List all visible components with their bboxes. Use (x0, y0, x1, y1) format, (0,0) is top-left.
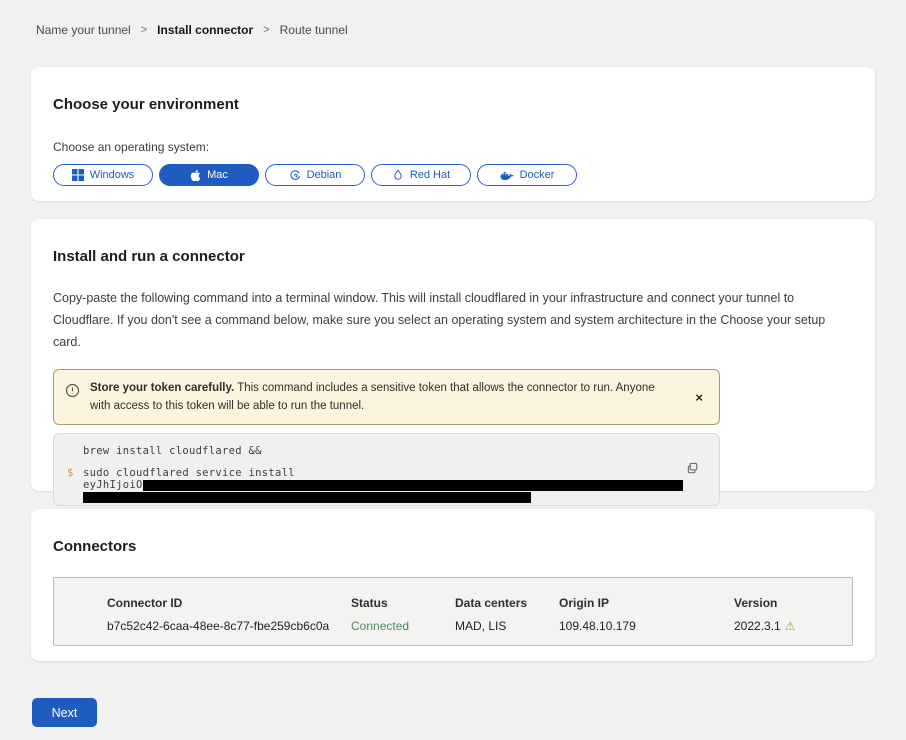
redhat-icon (392, 169, 404, 181)
redacted-token-bar (83, 492, 531, 503)
install-command-code-block: brew install cloudflared && $ sudo cloud… (53, 433, 720, 506)
code-command: sudo cloudflared service install (83, 467, 295, 479)
token-prefix: eyJhIjoiO (83, 479, 143, 491)
install-card-title: Install and run a connector (53, 248, 853, 265)
os-button-redhat[interactable]: Red Hat (371, 164, 471, 186)
windows-icon (72, 169, 84, 181)
connectors-table: Connector ID Status Data centers Origin … (53, 577, 853, 646)
shell-prompt: $ (54, 467, 83, 479)
install-description: Copy-paste the following command into a … (53, 288, 853, 354)
breadcrumb-separator: > (263, 24, 269, 36)
copy-icon[interactable] (684, 460, 701, 480)
cell-version: 2022.3.1 ⚠ (734, 619, 852, 633)
os-button-windows[interactable]: Windows (53, 164, 153, 186)
os-select-label: Choose an operating system: (53, 140, 853, 154)
code-line-brew: brew install cloudflared && (54, 445, 719, 457)
os-button-label: Mac (207, 169, 228, 181)
environment-card-title: Choose your environment (53, 96, 853, 113)
redacted-token-bar (143, 480, 683, 491)
col-header-origin-ip: Origin IP (559, 596, 734, 610)
token-warning-banner: Store your token carefully. This command… (53, 369, 720, 426)
status-badge: Connected (351, 619, 455, 633)
os-button-debian[interactable]: Debian (265, 164, 365, 186)
warning-message-bold: Store your token carefully. (90, 382, 234, 394)
os-button-label: Windows (90, 169, 135, 181)
breadcrumb: Name your tunnel > Install connector > R… (0, 0, 906, 37)
col-header-version: Version (734, 596, 852, 610)
debian-icon (289, 169, 301, 181)
table-row: b7c52c42-6caa-48ee-8c77-fbe259cb6c0a Con… (107, 619, 852, 633)
warning-message: Store your token carefully. This command… (90, 379, 665, 416)
next-button[interactable]: Next (32, 698, 97, 727)
col-header-status: Status (351, 596, 455, 610)
os-button-label: Debian (307, 169, 342, 181)
breadcrumb-step-route-tunnel[interactable]: Route tunnel (280, 23, 348, 37)
info-circle-icon (65, 383, 80, 403)
connectors-card-title: Connectors (53, 538, 853, 555)
col-header-data-centers: Data centers (455, 596, 559, 610)
cell-connector-id: b7c52c42-6caa-48ee-8c77-fbe259cb6c0a (107, 619, 351, 633)
os-button-group: Windows Mac Debian Red Hat Docker (53, 164, 853, 186)
connectors-table-header: Connector ID Status Data centers Origin … (107, 596, 852, 610)
choose-environment-card: Choose your environment Choose an operat… (31, 67, 875, 201)
code-line-sudo: $ sudo cloudflared service install (54, 467, 719, 479)
warning-triangle-icon: ⚠ (785, 619, 796, 633)
apple-icon (190, 169, 201, 182)
version-value: 2022.3.1 (734, 619, 781, 633)
breadcrumb-separator: > (141, 24, 147, 36)
os-button-label: Red Hat (410, 169, 450, 181)
os-button-mac[interactable]: Mac (159, 164, 259, 186)
breadcrumb-step-install-connector[interactable]: Install connector (157, 23, 253, 37)
connectors-card: Connectors Connector ID Status Data cent… (31, 509, 875, 661)
os-button-docker[interactable]: Docker (477, 164, 577, 186)
docker-icon (500, 170, 514, 181)
install-connector-card: Install and run a connector Copy-paste t… (31, 219, 875, 491)
os-button-label: Docker (520, 169, 555, 181)
code-line-token: eyJhIjoiO (54, 479, 719, 491)
cell-origin-ip: 109.48.10.179 (559, 619, 734, 633)
close-icon[interactable]: × (691, 390, 707, 405)
col-header-connector-id: Connector ID (107, 596, 351, 610)
breadcrumb-step-name-tunnel[interactable]: Name your tunnel (36, 23, 131, 37)
cell-data-centers: MAD, LIS (455, 619, 559, 633)
